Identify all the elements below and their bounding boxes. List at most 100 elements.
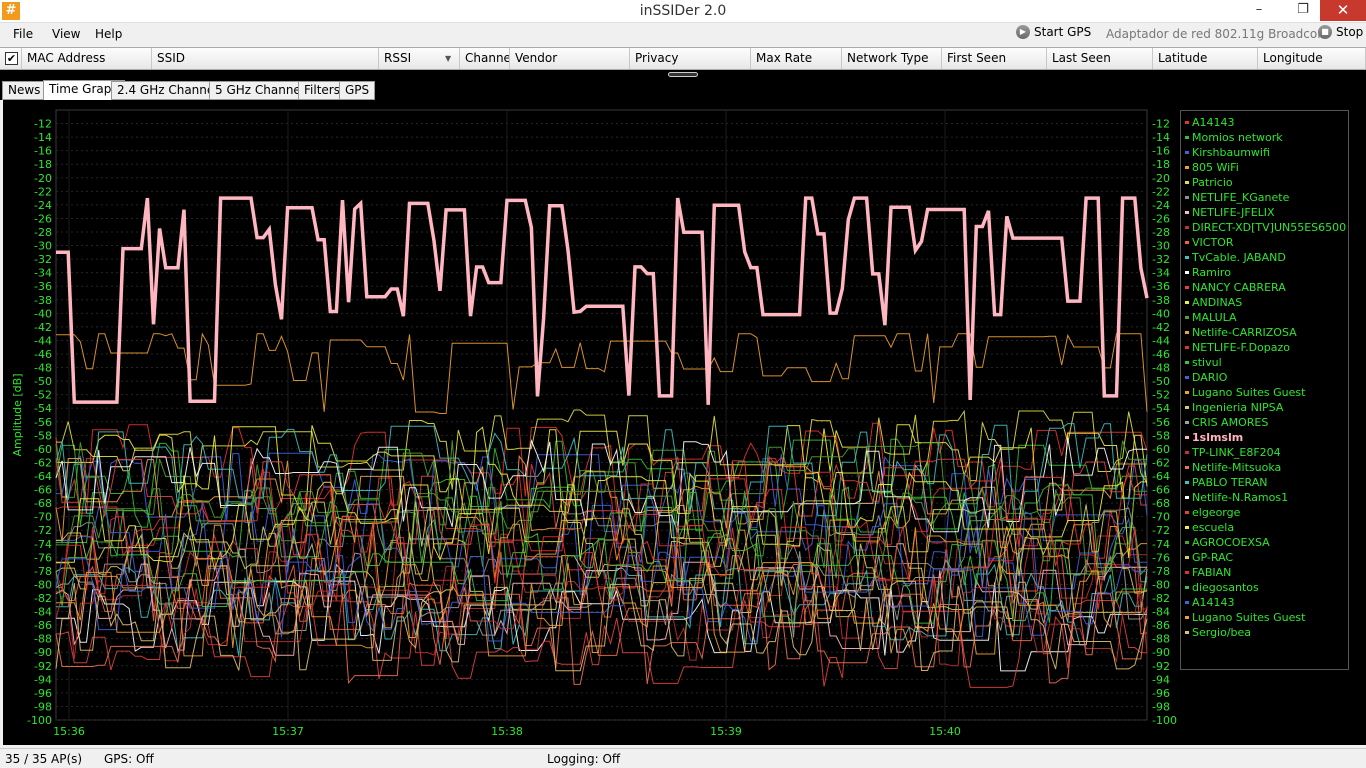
legend-swatch [1185, 196, 1189, 199]
legend-item[interactable]: stivul [1185, 355, 1222, 370]
column-rssi[interactable]: RSSI ▼ [379, 48, 460, 69]
legend-item[interactable]: escuela [1185, 520, 1234, 535]
legend-item[interactable]: ANDINAS [1185, 295, 1242, 310]
legend-item[interactable]: Patricio [1185, 175, 1233, 190]
legend-item[interactable]: MALULA [1185, 310, 1237, 325]
tab-gps[interactable]: GPS [339, 81, 376, 100]
y-tick-label-right: -56 [1152, 416, 1170, 429]
y-tick-label-left: -84 [34, 606, 52, 619]
select-all-column[interactable]: ✔ [0, 48, 22, 69]
start-gps-button[interactable]: ▶ Start GPS [1016, 25, 1091, 39]
legend-item[interactable]: 1slmslm [1185, 430, 1243, 445]
select-all-checkbox[interactable]: ✔ [5, 52, 18, 65]
column-privacy[interactable]: Privacy [630, 48, 751, 69]
y-tick-label-left: -24 [34, 199, 52, 212]
y-tick-label-right: -70 [1152, 511, 1170, 524]
column-latitude[interactable]: Latitude [1153, 48, 1258, 69]
legend-label: Lugano Suites Guest [1192, 386, 1306, 399]
legend-label: AGROCOEXSA [1192, 536, 1270, 549]
column-vendor[interactable]: Vendor [510, 48, 630, 69]
network-list-header: ✔ MAC Address SSID RSSI ▼ Channel Vendor… [0, 47, 1366, 70]
legend-label: A14143 [1192, 116, 1235, 129]
menu-view[interactable]: View [52, 27, 80, 41]
legend-item[interactable]: Netlife-CARRIZOSA [1185, 325, 1297, 340]
network-legend: A14143 Momios network Kirshbaumwifi 805 WiF… [1180, 110, 1349, 670]
legend-item[interactable]: NETLIFE_KGanete [1185, 190, 1289, 205]
legend-item[interactable]: VICTOR [1185, 235, 1233, 250]
legend-item[interactable]: Netlife-Mitsuoka [1185, 460, 1281, 475]
legend-item[interactable]: Momios network [1185, 130, 1283, 145]
menu-help[interactable]: Help [95, 27, 122, 41]
play-icon: ▶ [1016, 25, 1030, 39]
legend-swatch [1185, 631, 1189, 634]
legend-item[interactable]: elgeorge [1185, 505, 1240, 520]
splitter-grip-icon[interactable] [668, 72, 698, 77]
legend-item[interactable]: 805 WiFi [1185, 160, 1239, 175]
column-ssid[interactable]: SSID [152, 48, 379, 69]
y-tick-label-left: -58 [34, 429, 52, 442]
legend-item[interactable]: TP-LINK_E8F204 [1185, 445, 1281, 460]
column-channel[interactable]: Channel [460, 48, 510, 69]
legend-item[interactable]: A14143 [1185, 115, 1235, 130]
legend-label: NETLIFE_KGanete [1192, 191, 1290, 204]
stop-button[interactable]: ■ Stop [1318, 25, 1363, 39]
column-mac[interactable]: MAC Address [22, 48, 152, 69]
legend-item[interactable]: DARIO [1185, 370, 1227, 385]
legend-swatch [1185, 331, 1189, 334]
legend-label: DARIO [1192, 371, 1228, 384]
x-tick-label: 15:38 [491, 725, 523, 738]
legend-swatch [1185, 286, 1189, 289]
y-tick-label-right: -92 [1152, 660, 1170, 673]
legend-swatch [1185, 121, 1189, 124]
legend-label: Ramiro [1192, 266, 1231, 279]
column-last-seen[interactable]: Last Seen [1047, 48, 1153, 69]
legend-item[interactable]: NETLIFE-F.Dopazo [1185, 340, 1290, 355]
legend-item[interactable]: Sergio/bea [1185, 625, 1251, 640]
minimize-button[interactable]: – [1244, 0, 1274, 21]
legend-item[interactable]: Lugano Suites Guest [1185, 610, 1305, 625]
tab-news[interactable]: News [2, 81, 47, 100]
legend-item[interactable]: PABLO TERAN [1185, 475, 1268, 490]
y-tick-label-right: -48 [1152, 362, 1170, 375]
y-tick-label-left: -100 [27, 714, 52, 727]
y-tick-label-left: -40 [34, 307, 52, 320]
legend-item[interactable]: Ingenieria NIPSA [1185, 400, 1283, 415]
legend-item[interactable]: NETLIFE-JFELIX [1185, 205, 1275, 220]
legend-label: MALULA [1192, 311, 1237, 324]
adapter-select[interactable]: Adaptador de red 802.11g Broadcom [1106, 27, 1329, 41]
column-max-rate[interactable]: Max Rate [751, 48, 842, 69]
legend-label: A14143 [1192, 596, 1235, 609]
legend-item[interactable]: Ramiro [1185, 265, 1231, 280]
legend-swatch [1185, 346, 1189, 349]
y-tick-label-right: -32 [1152, 253, 1170, 266]
y-tick-label-left: -76 [34, 551, 52, 564]
legend-item[interactable]: GP-RAC [1185, 550, 1233, 565]
y-tick-label-right: -88 [1152, 633, 1170, 646]
column-longitude[interactable]: Longitude [1258, 48, 1366, 69]
legend-item[interactable]: A14143 [1185, 595, 1235, 610]
y-tick-label-right: -76 [1152, 551, 1170, 564]
y-tick-label-left: -80 [34, 578, 52, 591]
legend-item[interactable]: DIRECT-XD[TV]UN55ES6500 [1185, 220, 1346, 235]
column-network-type[interactable]: Network Type [842, 48, 942, 69]
legend-item[interactable]: NANCY CABRERA [1185, 280, 1286, 295]
legend-item[interactable]: diegosantos [1185, 580, 1259, 595]
start-gps-label: Start GPS [1034, 25, 1092, 39]
y-tick-label-right: -94 [1152, 673, 1170, 686]
legend-swatch [1185, 316, 1189, 319]
close-button[interactable]: ✕ [1320, 0, 1366, 21]
menu-file[interactable]: File [13, 27, 33, 41]
legend-item[interactable]: Netlife-N.Ramos1 [1185, 490, 1288, 505]
legend-item[interactable]: Kirshbaumwifi [1185, 145, 1270, 160]
column-first-seen[interactable]: First Seen [942, 48, 1047, 69]
legend-item[interactable]: TvCable. JABAND [1185, 250, 1286, 265]
maximize-button[interactable]: ❐ [1288, 0, 1318, 21]
y-tick-label-left: -50 [34, 375, 52, 388]
y-tick-label-left: -64 [34, 470, 52, 483]
legend-item[interactable]: Lugano Suites Guest [1185, 385, 1305, 400]
legend-item[interactable]: AGROCOEXSA [1185, 535, 1270, 550]
legend-item[interactable]: FABIAN [1185, 565, 1231, 580]
panel-splitter[interactable] [0, 70, 1366, 80]
legend-item[interactable]: CRIS AMORES [1185, 415, 1268, 430]
legend-label: Netlife-CARRIZOSA [1192, 326, 1297, 339]
